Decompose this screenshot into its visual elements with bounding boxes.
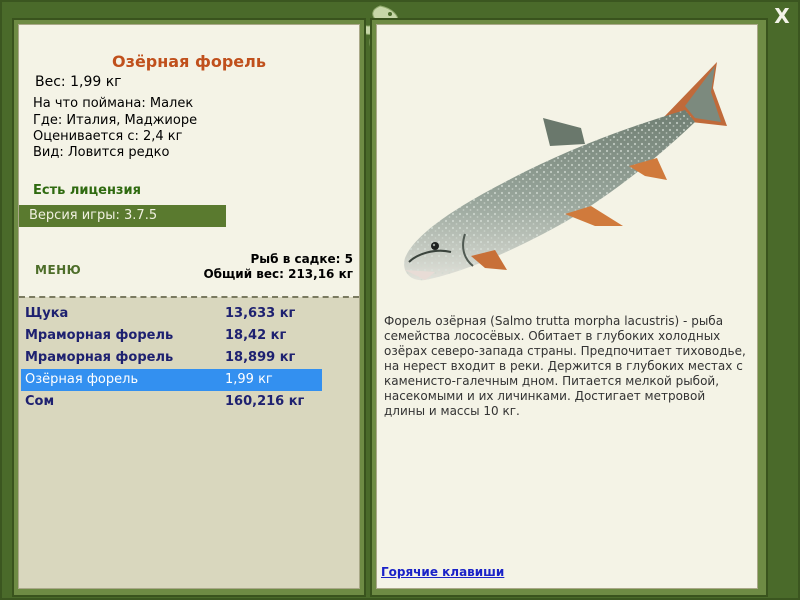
hotkeys-link[interactable]: Горячие клавиши [381, 565, 504, 579]
list-item[interactable]: Мраморная форель 18,899 кг [21, 347, 322, 369]
list-item-weight: 18,42 кг [225, 328, 287, 343]
list-item-name: Щука [25, 306, 69, 321]
list-item-weight: 1,99 кг [225, 372, 273, 387]
divider [19, 296, 359, 298]
cage-summary: Рыб в садке: 5 Общий вес: 213,16 кг [203, 252, 353, 282]
lake-trout-image [404, 62, 727, 281]
list-item-name: Мраморная форель [25, 350, 174, 365]
fish-title: Озёрная форель [112, 52, 266, 71]
list-item-name: Озёрная форель [25, 372, 139, 387]
close-button[interactable]: X [770, 4, 794, 28]
valued-from: Оценивается с: 2,4 кг [33, 129, 183, 144]
list-item-weight: 160,216 кг [225, 394, 305, 409]
list-item[interactable]: Щука 13,633 кг [21, 303, 322, 325]
left-panel: Озёрная форель Вес: 1,99 кг На что пойма… [18, 24, 360, 589]
list-item-name: Мраморная форель [25, 328, 174, 343]
fish-weight: Вес: 1,99 кг [35, 74, 122, 90]
list-item-weight: 13,633 кг [225, 306, 296, 321]
catch-location: Где: Италия, Маджиоре [33, 113, 198, 128]
caught-with: На что поймана: Малек [33, 96, 194, 111]
list-item-selected[interactable]: Озёрная форель 1,99 кг [21, 369, 322, 391]
list-item-weight: 18,899 кг [225, 350, 296, 365]
list-item[interactable]: Сом 160,216 кг [21, 391, 322, 413]
rarity: Вид: Ловится редко [33, 145, 170, 160]
menu-button[interactable]: МЕНЮ [35, 263, 81, 277]
fish-description: Форель озёрная (Salmo trutta morpha lacu… [384, 314, 746, 418]
list-item-name: Сом [25, 394, 55, 409]
cage-count: Рыб в садке: 5 [250, 252, 354, 266]
license-status: Есть лицензия [33, 183, 141, 198]
version-bar: Версия игры: 3.7.5 [19, 205, 226, 227]
cage-total-weight: Общий вес: 213,16 кг [203, 267, 353, 281]
list-item[interactable]: Мраморная форель 18,42 кг [21, 325, 322, 347]
